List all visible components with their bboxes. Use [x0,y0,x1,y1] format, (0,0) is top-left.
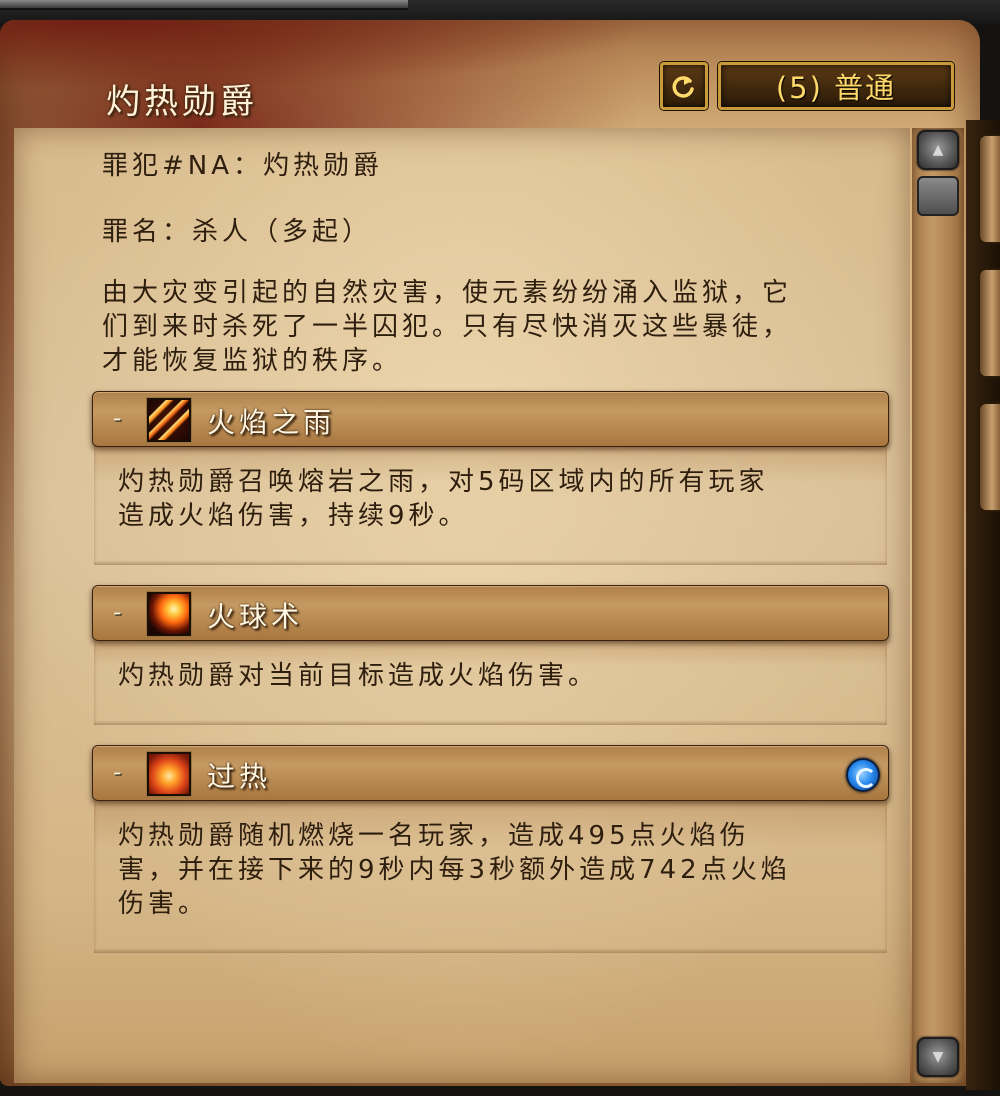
description-line: 才能恢复监狱的秩序。 [102,346,403,376]
side-tab[interactable] [978,134,1000,244]
scroll-down-button[interactable]: ▼ [917,1037,959,1077]
ability-description-line: 灼热勋爵召唤熔岩之雨，对5码区域内的所有玩家 [118,467,769,497]
boss-description: 由大灾变引起的自然灾害，使元素纷纷涌入监狱，它 们到来时杀死了一半囚犯。只有尽快… [102,276,892,378]
ability-description-line: 造成火焰伤害，持续9秒。 [118,501,469,531]
collapse-toggle[interactable]: - [113,758,122,786]
reset-button[interactable] [660,62,708,110]
scrollbar-track[interactable] [912,128,964,1083]
scroll-up-button[interactable]: ▲ [917,130,959,170]
magic-dispel-icon[interactable] [846,758,880,792]
ability-description-line: 害，并在接下来的9秒内每3秒额外造成742点火焰 [118,855,791,885]
ability-description: 灼热勋爵随机燃烧一名玩家，造成495点火焰伤 害，并在接下来的9秒内每3秒额外造… [118,819,858,921]
ability-description-line: 灼热勋爵随机燃烧一名玩家，造成495点火焰伤 [118,821,750,851]
ability-name: 火焰之雨 [207,406,336,439]
ability-description: 灼热勋爵召唤熔岩之雨，对5码区域内的所有玩家 造成火焰伤害，持续9秒。 [118,465,858,533]
ability-body-overheat: 灼热勋爵随机燃烧一名玩家，造成495点火焰伤 害，并在接下来的9秒内每3秒额外造… [94,801,887,953]
scroll-down-icon: ▼ [932,1049,944,1065]
collapse-toggle[interactable]: - [113,404,122,432]
ability-header-fireball[interactable]: - 火球术 [92,585,889,641]
top-left-tab [0,0,408,10]
ability-body-fireball: 灼热勋爵对当前目标造成火焰伤害。 [94,641,887,725]
rain-of-fire-icon [147,398,191,442]
overheat-icon [147,752,191,796]
ability-name: 火球术 [207,600,304,633]
boss-title: 灼热勋爵 [106,82,258,122]
crime-line: 罪名：杀人（多起） [102,217,373,247]
scroll-up-icon: ▲ [932,142,944,158]
side-tab[interactable] [978,402,1000,512]
collapse-toggle[interactable]: - [113,598,122,626]
ability-header-rain-of-fire[interactable]: - 火焰之雨 [92,391,889,447]
ability-description-line: 伤害。 [118,889,209,919]
description-line: 由大灾变引起的自然灾害，使元素纷纷涌入监狱，它 [102,278,793,308]
encounter-journal-window: 灼热勋爵 (5) 普通 罪犯#NA：灼热勋爵 罪名：杀人（多起） 由大灾变引起的… [0,0,1000,1096]
ability-body-rain-of-fire: 灼热勋爵召唤熔岩之雨，对5码区域内的所有玩家 造成火焰伤害，持续9秒。 [94,447,887,565]
description-line: 们到来时杀死了一半囚犯。只有尽快消灭这些暴徒， [102,312,793,342]
fireball-icon [147,592,191,636]
ability-description: 灼热勋爵对当前目标造成火焰伤害。 [118,659,858,693]
book-right-edge [966,120,1000,1090]
prisoner-line: 罪犯#NA：灼热勋爵 [102,151,384,181]
ability-name: 过热 [207,760,272,793]
ability-description-line: 灼热勋爵对当前目标造成火焰伤害。 [118,661,599,691]
difficulty-dropdown[interactable]: (5) 普通 [718,62,954,110]
side-tab[interactable] [978,268,1000,378]
scrollbar-thumb[interactable] [917,176,959,216]
ability-header-overheat[interactable]: - 过热 [92,745,889,801]
reset-icon [672,76,694,98]
